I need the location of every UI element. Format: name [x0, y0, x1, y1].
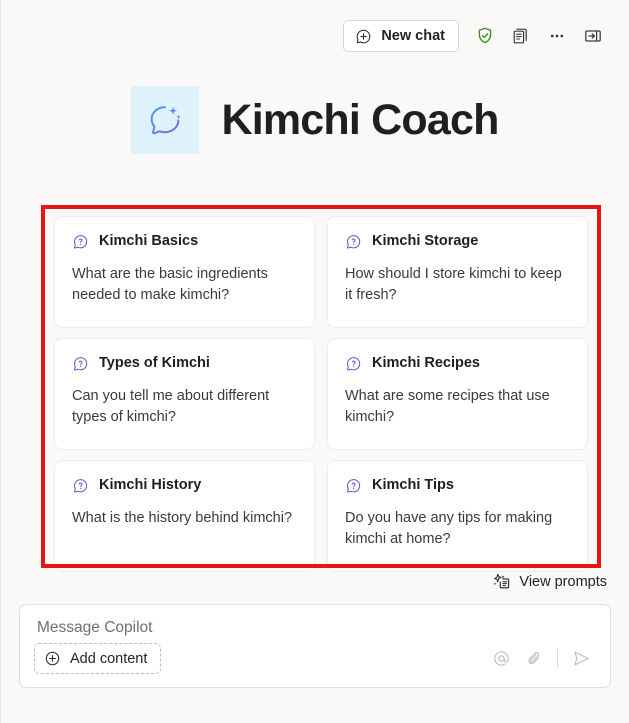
view-prompts-label: View prompts: [519, 573, 607, 590]
prompt-card-kimchi-tips[interactable]: Kimchi Tips Do you have any tips for mak…: [327, 460, 588, 572]
chat-add-icon: [355, 28, 372, 45]
card-title: Kimchi History: [99, 477, 202, 494]
question-chat-icon: [345, 477, 363, 495]
app-header: Kimchi Coach: [1, 86, 629, 154]
view-prompts-button[interactable]: View prompts: [492, 572, 607, 591]
prompt-card-types-of-kimchi[interactable]: Types of Kimchi Can you tell me about di…: [54, 338, 315, 450]
card-title: Kimchi Storage: [372, 233, 479, 250]
prompt-card-kimchi-basics[interactable]: Kimchi Basics What are the basic ingredi…: [54, 216, 315, 328]
card-header: Types of Kimchi: [72, 355, 297, 373]
add-content-button[interactable]: Add content: [34, 643, 162, 674]
expand-panel-icon[interactable]: [575, 18, 611, 54]
card-title: Kimchi Tips: [372, 477, 454, 494]
new-chat-button[interactable]: New chat: [343, 20, 459, 52]
prompt-card-kimchi-history[interactable]: Kimchi History What is the history behin…: [54, 460, 315, 572]
card-title: Kimchi Basics: [99, 233, 199, 250]
app-logo: [131, 86, 200, 154]
card-title: Types of Kimchi: [99, 355, 210, 372]
card-body: What are the basic ingredients needed to…: [72, 266, 268, 304]
add-content-label: Add content: [70, 650, 148, 667]
prompt-card-kimchi-storage[interactable]: Kimchi Storage How should I store kimchi…: [327, 216, 588, 328]
card-body: What are some recipes that use kimchi?: [345, 388, 550, 426]
card-body: What is the history behind kimchi?: [72, 510, 293, 526]
composer-actions: [486, 644, 596, 674]
send-icon[interactable]: [566, 644, 596, 674]
card-body: Can you tell me about different types of…: [72, 388, 270, 426]
question-chat-icon: [72, 233, 90, 251]
prompt-card-kimchi-recipes[interactable]: Kimchi Recipes What are some recipes tha…: [327, 338, 588, 450]
question-chat-icon: [72, 355, 90, 373]
message-composer: Message Copilot Add content: [19, 604, 611, 688]
card-header: Kimchi Recipes: [345, 355, 570, 373]
card-header: Kimchi Storage: [345, 233, 570, 251]
composer-divider: [557, 649, 558, 668]
card-title: Kimchi Recipes: [372, 355, 480, 372]
card-body: Do you have any tips for making kimchi a…: [345, 510, 553, 548]
question-chat-icon: [72, 477, 90, 495]
question-chat-icon: [345, 355, 363, 373]
pages-icon[interactable]: [503, 18, 539, 54]
new-chat-label: New chat: [381, 28, 445, 44]
message-input[interactable]: Message Copilot: [34, 619, 596, 637]
card-header: Kimchi Basics: [72, 233, 297, 251]
question-chat-icon: [345, 233, 363, 251]
chat-sparkle-icon: [144, 99, 186, 141]
more-options-icon[interactable]: [539, 18, 575, 54]
composer-toolbar: Add content: [34, 643, 596, 687]
card-header: Kimchi History: [72, 477, 297, 495]
prompt-cards-grid: Kimchi Basics What are the basic ingredi…: [54, 216, 588, 572]
mention-icon[interactable]: [486, 644, 516, 674]
card-header: Kimchi Tips: [345, 477, 570, 495]
prompt-sparkle-icon: [492, 572, 511, 591]
shield-checkmark-icon[interactable]: [467, 18, 503, 54]
page-title: Kimchi Coach: [221, 95, 499, 144]
card-body: How should I store kimchi to keep it fre…: [345, 266, 562, 304]
plus-circle-icon: [44, 650, 61, 667]
top-toolbar: New chat: [1, 0, 629, 72]
attach-paperclip-icon[interactable]: [519, 644, 549, 674]
